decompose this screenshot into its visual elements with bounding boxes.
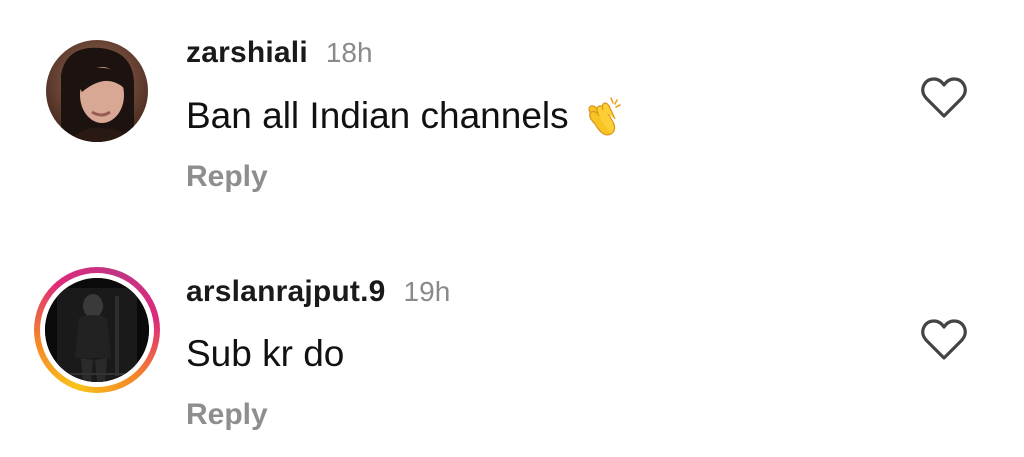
comment-text: Sub kr do bbox=[186, 333, 344, 375]
timestamp: 18h bbox=[325, 37, 373, 68]
avatar-story-ring[interactable] bbox=[34, 267, 160, 393]
reply-button[interactable]: Reply bbox=[186, 398, 268, 432]
comment-item: arslanrajput.9 19h Sub kr do Reply bbox=[0, 238, 1024, 457]
comment-meta: arslanrajput.9 19h bbox=[186, 275, 450, 309]
username[interactable]: zarshiali bbox=[186, 36, 308, 70]
avatar bbox=[45, 278, 149, 382]
reply-button[interactable]: Reply bbox=[186, 160, 268, 194]
heart-outline-icon bbox=[921, 77, 967, 118]
comment-meta: zarshiali 18h bbox=[186, 36, 373, 70]
timestamp: 19h bbox=[403, 276, 451, 307]
username[interactable]: arslanrajput.9 bbox=[186, 275, 386, 309]
clapping-hands-icon bbox=[581, 94, 625, 138]
avatar[interactable] bbox=[46, 40, 148, 142]
avatar-photo bbox=[45, 278, 149, 382]
like-button[interactable] bbox=[920, 76, 968, 120]
comment-body: Sub kr do bbox=[186, 333, 345, 374]
comment-text: Ban all Indian channels bbox=[186, 94, 625, 138]
comment-item: zarshiali 18h Ban all Indian channels Re… bbox=[0, 0, 1024, 228]
like-button[interactable] bbox=[920, 318, 968, 362]
comment-body: Ban all Indian channels bbox=[186, 95, 569, 136]
heart-outline-icon bbox=[921, 319, 967, 360]
avatar-photo bbox=[46, 40, 148, 142]
